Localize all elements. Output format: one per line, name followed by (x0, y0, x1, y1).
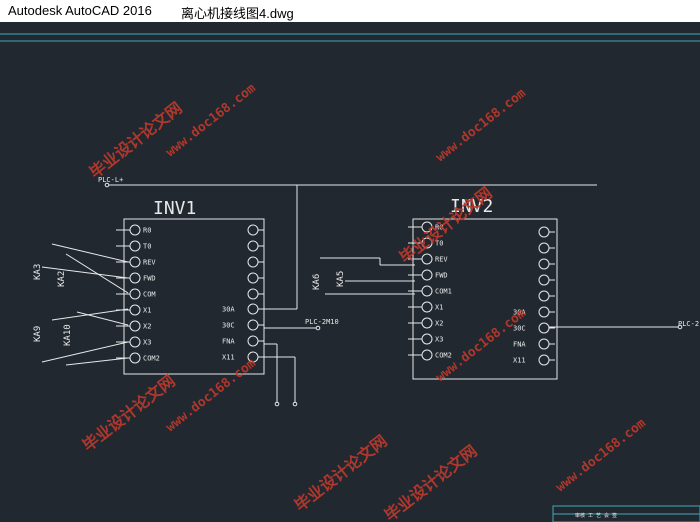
svg-text:30C: 30C (222, 322, 235, 330)
title-block-text: 审核 工 艺 会 签 (575, 512, 617, 519)
svg-text:REV: REV (435, 256, 448, 264)
svg-text:X3: X3 (143, 339, 151, 347)
inv1-term-rev: REV (116, 256, 156, 268)
node-dot (315, 325, 321, 331)
inv1-term-com2: COM2 (116, 352, 160, 364)
inv1-term-fna: FNA (222, 335, 264, 347)
watermark-text: www.doc168.com (163, 356, 259, 435)
watermark-text: 毕业设计论文网 (79, 371, 179, 455)
drawing-border-top (0, 33, 700, 42)
svg-text:X2: X2 (435, 320, 443, 328)
svg-text:R0: R0 (143, 227, 151, 235)
svg-text:FWD: FWD (435, 272, 448, 280)
svg-text:FNA: FNA (222, 338, 235, 346)
window-title-bar: Autodesk AutoCAD 2016 离心机接线图4.dwg (0, 0, 700, 22)
watermark-text: 毕业设计论文网 (291, 431, 391, 515)
app-title: Autodesk AutoCAD 2016 (8, 3, 152, 18)
terminal-unlabeled (247, 240, 264, 252)
inv2-term-x11: X11 (513, 354, 555, 366)
inv1-term-30a: 30A (222, 303, 264, 315)
svg-text:X1: X1 (143, 307, 151, 315)
svg-text:COM2: COM2 (435, 352, 452, 360)
net-label-plc-2m10: PLC-2M10 (305, 318, 339, 326)
svg-text:COM2: COM2 (143, 355, 160, 363)
terminal-unlabeled (538, 226, 555, 238)
svg-text:T0: T0 (143, 243, 151, 251)
relay-ka2: KA2 (57, 271, 67, 287)
watermark-text: www.doc168.com (433, 86, 529, 165)
inv1-term-x1: X1 (116, 304, 151, 316)
drawing-canvas[interactable]: R0T0REVFWDCOMX1X2X3COM230A30CFNAX11R0T0R… (0, 22, 700, 522)
inv1-term-30c: 30C (222, 319, 264, 331)
relay-ka5: KA5 (336, 271, 346, 287)
svg-text:X3: X3 (435, 336, 443, 344)
terminal-unlabeled (247, 224, 264, 236)
svg-text:FWD: FWD (143, 275, 156, 283)
inv1-term-com: COM (116, 288, 156, 300)
inv1-term-t0: T0 (116, 240, 151, 252)
inv2-term-com2: COM2 (408, 349, 452, 361)
terminal-unlabeled (538, 274, 555, 286)
terminal-unlabeled (247, 256, 264, 268)
relay-ka6: KA6 (312, 274, 322, 290)
watermark-text: 毕业设计论文网 (86, 98, 186, 182)
wiring (41, 184, 680, 404)
node-dot (274, 401, 280, 407)
terminal-unlabeled (538, 258, 555, 270)
relay-ka9: KA9 (33, 326, 43, 342)
svg-text:FNA: FNA (513, 341, 526, 349)
svg-text:COM1: COM1 (435, 288, 452, 296)
watermark-text: 毕业设计论文网 (381, 441, 481, 522)
svg-text:REV: REV (143, 259, 156, 267)
inv1-title: INV1 (153, 198, 196, 219)
svg-text:X11: X11 (513, 357, 526, 365)
file-title: 离心机接线图4.dwg (181, 6, 294, 21)
relay-ka10: KA10 (63, 324, 73, 346)
inv1-term-x3: X3 (116, 336, 151, 348)
svg-text:30A: 30A (222, 306, 235, 314)
watermark-text: www.doc168.com (553, 416, 649, 495)
svg-text:COM: COM (143, 291, 156, 299)
inv1-term-r0: R0 (116, 224, 151, 236)
svg-text:X1: X1 (435, 304, 443, 312)
inv2-term-fna: FNA (513, 338, 555, 350)
svg-text:X11: X11 (222, 354, 235, 362)
svg-text:X2: X2 (143, 323, 151, 331)
inv1-term-fwd: FWD (116, 272, 156, 284)
watermark-text: www.doc168.com (163, 81, 259, 160)
terminal-unlabeled (247, 288, 264, 300)
title-block: 审核 工 艺 会 签 (552, 505, 700, 522)
terminal-unlabeled (538, 242, 555, 254)
inv1-term-x2: X2 (116, 320, 151, 332)
terminal-unlabeled (538, 290, 555, 302)
net-label-plc-2: PLC-2 (678, 320, 699, 328)
inv2-term-fwd: FWD (408, 269, 448, 281)
node-dot (292, 401, 298, 407)
watermark-layer: www.doc168.com毕业设计论文网 www.doc168.com毕业设计论… (79, 81, 649, 522)
relay-ka3: KA3 (33, 264, 43, 280)
terminal-unlabeled (247, 272, 264, 284)
